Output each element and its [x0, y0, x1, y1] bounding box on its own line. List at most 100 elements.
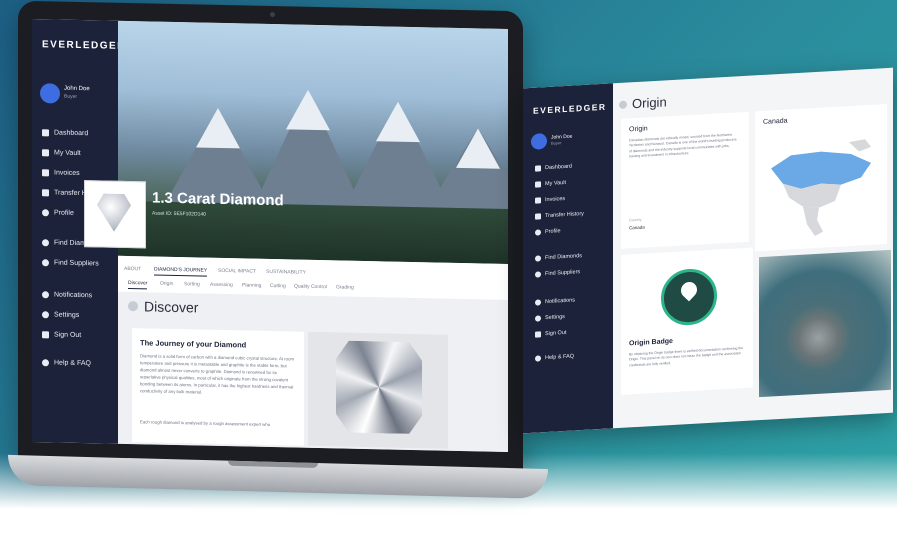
search-icon [42, 239, 49, 247]
search-icon [535, 255, 541, 262]
diamond-image-card [308, 331, 448, 449]
card-text: Diamond is a solid form of carbon with a… [140, 353, 295, 395]
origin-country: Canada [629, 224, 645, 231]
user-card[interactable]: John Doe Buyer [40, 79, 112, 111]
location-pin-icon [677, 278, 701, 302]
map-panel: Canada [755, 103, 887, 252]
nav-dashboard[interactable]: Dashboard [535, 164, 572, 172]
search-icon [535, 271, 541, 278]
subtab-quality-control[interactable]: Quality Control [294, 283, 327, 290]
gear-icon [535, 315, 541, 322]
diamond-thumbnail [84, 180, 146, 249]
user-icon [42, 209, 49, 217]
nav-sign-out[interactable]: Sign Out [42, 331, 118, 340]
nav-invoices[interactable]: Invoices [42, 169, 118, 178]
tab-sustainability[interactable]: SUSTAINABILITY [266, 269, 306, 276]
subtab-planning[interactable]: Planning [242, 282, 261, 288]
tab-social-impact[interactable]: SOCIAL IMPACT [218, 268, 256, 275]
nav-dashboard[interactable]: Dashboard [42, 129, 118, 138]
origin-screen: EVERLEDGER John Doe Buyer Dashboard My V… [523, 67, 893, 434]
origin-text: Canadian diamonds are ethically mined, s… [629, 132, 737, 159]
origin-panel: Origin Canadian diamonds are ethically m… [621, 111, 749, 249]
hero-image [118, 20, 508, 264]
card-title: The Journey of your Diamond [140, 338, 247, 350]
help-icon [42, 359, 49, 367]
invoice-icon [535, 197, 541, 204]
subtab-origin[interactable]: Origin [160, 281, 173, 287]
bell-icon [535, 299, 541, 306]
sidebar: EVERLEDGER John Doe Buyer Dashboard My V… [523, 83, 613, 434]
nav-find-diamonds[interactable]: Find Diamonds [535, 253, 582, 262]
tab-diamonds-journey[interactable]: DIAMOND'S JOURNEY [154, 266, 208, 277]
diamond-image [336, 340, 422, 434]
section-icon [619, 100, 627, 109]
transfer-icon [42, 189, 49, 197]
origin-badge-icon [661, 267, 717, 327]
signout-icon [535, 331, 541, 338]
tab-about[interactable]: ABOUT [124, 266, 141, 272]
transfer-icon [535, 213, 541, 220]
diamond-image [97, 193, 131, 232]
subtab-sorting[interactable]: Sorting [184, 281, 200, 287]
camera [270, 11, 275, 18]
section-title: Discover [144, 298, 199, 316]
user-role: Buyer [64, 93, 78, 100]
laptop: EVERLEDGER John Doe Buyer Dashboard My V… [18, 0, 523, 475]
laptop-screen: EVERLEDGER John Doe Buyer Dashboard My V… [32, 19, 508, 452]
nav-my-vault[interactable]: My Vault [42, 149, 118, 158]
origin-panel-title: Origin [629, 125, 648, 134]
bell-icon [42, 291, 49, 299]
card-text-continued: Each rough diamond is analysed by a roug… [140, 419, 271, 427]
brand-logo[interactable]: EVERLEDGER [533, 102, 607, 116]
brand-logo[interactable]: EVERLEDGER [42, 39, 126, 52]
badge-text: By obtaining the Origin badge there is v… [629, 346, 744, 368]
user-role: Buyer [551, 140, 562, 146]
nav-invoices[interactable]: Invoices [535, 196, 565, 204]
home-icon [535, 165, 541, 172]
nav-find-suppliers[interactable]: Find Suppliers [42, 259, 118, 268]
world-map [771, 139, 871, 237]
greenland-region [849, 139, 871, 152]
nav-notifications[interactable]: Notifications [42, 291, 118, 300]
asset-id: Asset ID: 5E5F102D140 [152, 210, 206, 218]
user-card[interactable]: John Doe Buyer [531, 126, 603, 160]
map-title: Canada [763, 117, 788, 126]
origin-badge-panel: Origin Badge By obtaining the Origin bad… [621, 247, 753, 395]
section-icon [128, 301, 138, 312]
nav-settings[interactable]: Settings [535, 314, 565, 322]
search-icon [42, 259, 49, 267]
mine-aerial-photo [759, 249, 891, 398]
nav-settings[interactable]: Settings [42, 311, 118, 320]
journey-card: The Journey of your Diamond Diamond is a… [132, 328, 304, 446]
nav-my-vault[interactable]: My Vault [535, 180, 566, 188]
nav-help-faq[interactable]: Help & FAQ [535, 353, 574, 362]
section-title: Origin [632, 94, 667, 112]
origin-country-label: Country [629, 217, 642, 223]
signout-icon [42, 331, 49, 339]
subtab-grading[interactable]: Grading [336, 284, 354, 290]
section-header: Discover [128, 298, 198, 315]
section-header: Origin [619, 94, 667, 112]
nav-sign-out[interactable]: Sign Out [535, 330, 566, 338]
nav-profile[interactable]: Profile [535, 228, 561, 236]
user-icon [535, 229, 541, 236]
laptop-notch [228, 460, 318, 469]
gear-icon [42, 311, 49, 319]
main-content: Discover The Journey of your Diamond Dia… [118, 291, 508, 452]
nav-notifications[interactable]: Notifications [535, 297, 575, 306]
vault-icon [42, 149, 49, 157]
mexico-region [803, 206, 823, 237]
subtab-assessing[interactable]: Assessing [210, 282, 233, 288]
subtab-discover[interactable]: Discover [128, 280, 148, 290]
user-name: John Doe [64, 85, 90, 93]
vault-icon [535, 181, 541, 188]
help-icon [535, 355, 541, 362]
home-icon [42, 129, 49, 137]
subtab-cutting[interactable]: Cutting [270, 283, 286, 289]
nav-find-suppliers[interactable]: Find Suppliers [535, 269, 580, 278]
nav-transfer-history[interactable]: Transfer History [535, 211, 584, 220]
badge-title: Origin Badge [629, 337, 673, 348]
page-title: 1.3 Carat Diamond [152, 189, 284, 210]
invoice-icon [42, 169, 49, 177]
nav-help-faq[interactable]: Help & FAQ [42, 359, 118, 368]
